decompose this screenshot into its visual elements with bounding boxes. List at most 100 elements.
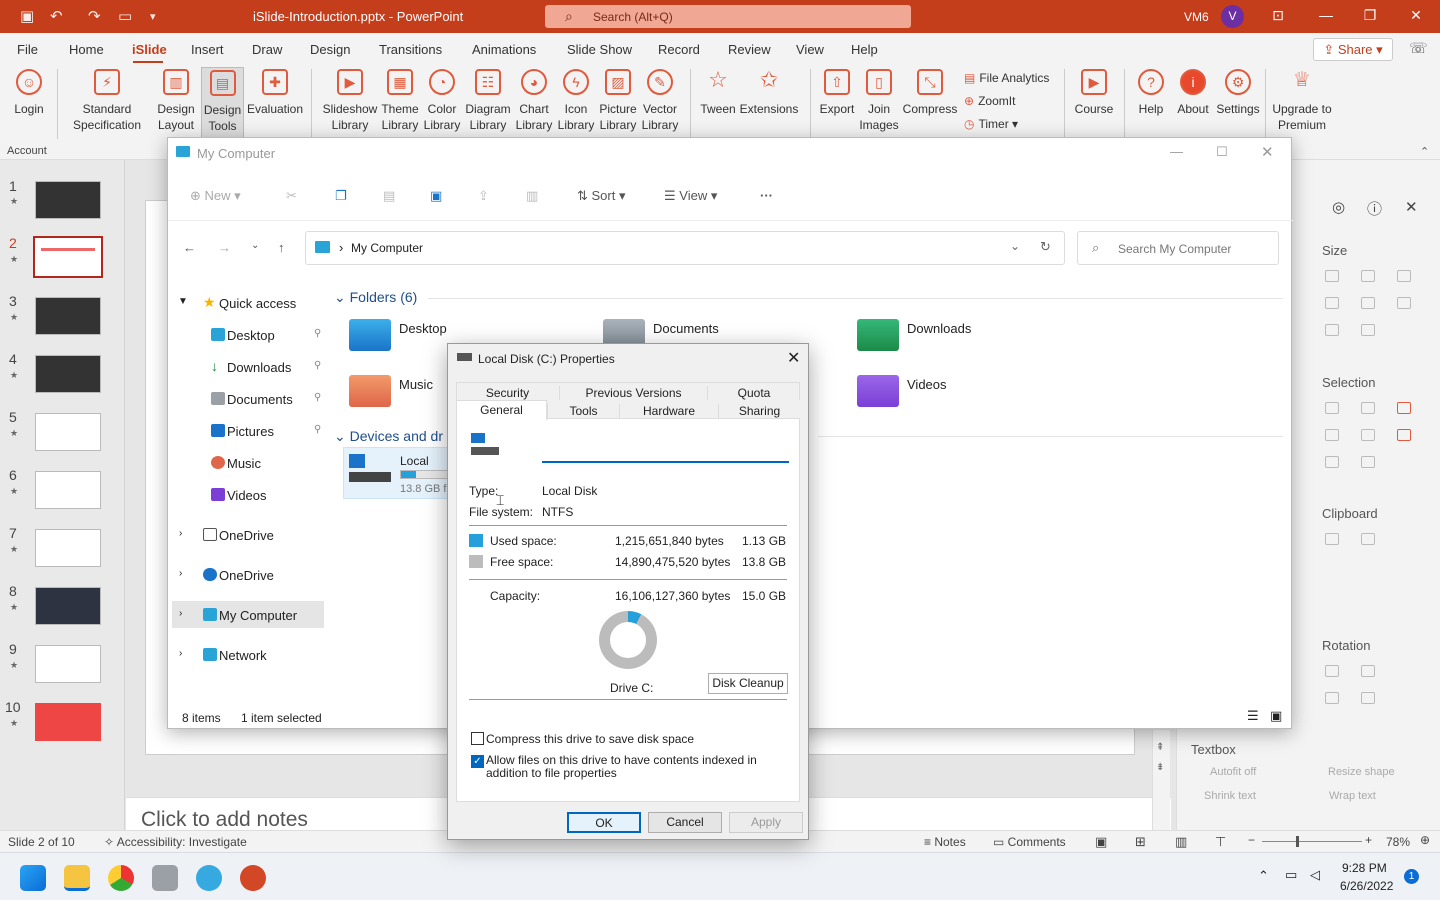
selection-tool-icon[interactable]: [1325, 402, 1339, 414]
nav-my-computer[interactable]: My Computer: [203, 608, 297, 623]
evaluation-button[interactable]: ✚ Evaluation: [246, 69, 304, 117]
timer-button[interactable]: ◷ Timer ▾: [964, 117, 1018, 131]
login-button[interactable]: ☺ Login: [8, 69, 50, 117]
lightbulb-app-icon[interactable]: [196, 865, 222, 891]
size-tool-icon[interactable]: [1325, 324, 1339, 336]
chevron-down-icon[interactable]: ⌄: [1010, 239, 1020, 253]
size-tool-icon[interactable]: [1397, 270, 1411, 282]
nav-videos[interactable]: Videos: [211, 488, 267, 503]
zoom-out-icon[interactable]: −: [1248, 833, 1255, 847]
customize-qat-icon[interactable]: ▾: [150, 10, 156, 23]
selection-tool-icon[interactable]: [1397, 402, 1411, 414]
selection-tool-icon[interactable]: [1361, 456, 1375, 468]
selection-tool-icon[interactable]: [1361, 402, 1375, 414]
pin-icon[interactable]: ◎: [1332, 198, 1345, 216]
disk-cleanup-button[interactable]: Disk Cleanup: [708, 673, 788, 694]
clock-time[interactable]: 9:28 PM: [1342, 861, 1387, 875]
tab-view[interactable]: View: [796, 42, 824, 57]
clock-date[interactable]: 6/26/2022: [1340, 879, 1393, 893]
folder-downloads[interactable]: Downloads: [907, 321, 971, 336]
file-explorer-icon[interactable]: [64, 865, 90, 891]
apply-button[interactable]: Apply: [729, 812, 803, 833]
undo-icon[interactable]: ↶: [50, 7, 63, 25]
vertical-scrollbar[interactable]: ⇞ ⇟: [1152, 730, 1170, 830]
rename-icon[interactable]: ▣: [430, 188, 442, 204]
tab-record[interactable]: Record: [658, 42, 700, 57]
tab-insert[interactable]: Insert: [191, 42, 224, 57]
scroll-down-icon[interactable]: ⇟: [1156, 762, 1164, 773]
about-button[interactable]: i About: [1174, 69, 1212, 117]
maximize-icon[interactable]: ☐: [1216, 144, 1228, 160]
forward-icon[interactable]: →: [218, 240, 231, 255]
downloads-folder-icon[interactable]: [857, 319, 899, 351]
slideshow-view-icon[interactable]: ⊤: [1215, 834, 1226, 850]
expand-icon[interactable]: ▼: [178, 296, 188, 307]
course-button[interactable]: ▶ Course: [1072, 69, 1116, 117]
slide-thumb-2[interactable]: [33, 236, 103, 278]
tab-transitions[interactable]: Transitions: [379, 42, 442, 57]
index-checkbox[interactable]: ✓: [471, 755, 484, 768]
autofit-option[interactable]: Autofit off: [1210, 766, 1256, 778]
help-icon[interactable]: ⓘ: [1367, 198, 1382, 219]
tab-security[interactable]: Security: [456, 386, 559, 400]
settings-button[interactable]: ⚙ Settings: [1214, 69, 1262, 117]
nav-network[interactable]: Network: [203, 648, 267, 663]
nav-documents[interactable]: Documents: [211, 392, 293, 407]
restore-icon[interactable]: ❐: [1360, 7, 1380, 24]
windows-start-icon[interactable]: [20, 865, 46, 891]
music-folder-icon[interactable]: [349, 375, 391, 407]
theme-library-button[interactable]: ▦ Theme Library: [380, 69, 420, 133]
icon-library-button[interactable]: ϟ Icon Library: [556, 69, 596, 133]
tab-design[interactable]: Design: [310, 42, 350, 57]
slide-thumb-8[interactable]: [35, 587, 101, 625]
size-tool-icon[interactable]: [1397, 297, 1411, 309]
volume-label-input[interactable]: [542, 439, 789, 463]
tab-quota[interactable]: Quota: [707, 386, 800, 400]
notes-button[interactable]: ≡ Notes: [924, 835, 966, 849]
volume-icon[interactable]: ◁: [1310, 867, 1320, 883]
videos-folder-icon[interactable]: [857, 375, 899, 407]
copy-icon[interactable]: [1325, 533, 1339, 545]
tab-previous-versions[interactable]: Previous Versions: [559, 386, 707, 400]
close-icon[interactable]: ✕: [1406, 7, 1426, 24]
folder-videos[interactable]: Videos: [907, 377, 947, 392]
vector-library-button[interactable]: ✎ Vector Library: [640, 69, 680, 133]
accessibility-status[interactable]: ✧ Accessibility: Investigate: [104, 835, 247, 849]
search-input[interactable]: ⌕ Search (Alt+Q): [545, 5, 911, 28]
paste-icon[interactable]: [1361, 533, 1375, 545]
feedback-icon[interactable]: ☏: [1409, 39, 1428, 57]
zoom-slider[interactable]: [1262, 836, 1362, 847]
folder-documents[interactable]: Documents: [653, 321, 719, 336]
size-tool-icon[interactable]: [1361, 297, 1375, 309]
zoom-slider-thumb[interactable]: [1296, 836, 1299, 847]
slideshow-library-button[interactable]: ▶ Slideshow Library: [320, 69, 380, 133]
flip-vertical-icon[interactable]: [1361, 692, 1375, 704]
tab-hardware[interactable]: Hardware: [619, 404, 718, 418]
chevron-up-icon[interactable]: ⌃: [1258, 868, 1269, 884]
tab-review[interactable]: Review: [728, 42, 771, 57]
close-icon[interactable]: ✕: [1261, 143, 1274, 161]
rotate-right-icon[interactable]: [1361, 665, 1375, 677]
flip-horizontal-icon[interactable]: [1325, 692, 1339, 704]
zoom-in-icon[interactable]: +: [1365, 833, 1372, 847]
chart-library-button[interactable]: ◕ Chart Library: [514, 69, 554, 133]
zoom-level[interactable]: 78%: [1386, 835, 1410, 849]
size-tool-icon[interactable]: [1361, 324, 1375, 336]
file-analytics-button[interactable]: ▤ File Analytics: [964, 71, 1049, 85]
save-icon[interactable]: ▣: [20, 7, 34, 25]
size-tool-icon[interactable]: [1361, 270, 1375, 282]
compress-button[interactable]: ⤡ Compress: [902, 69, 958, 117]
comments-button[interactable]: ▭ Comments: [993, 835, 1066, 849]
resize-shape-option[interactable]: Resize shape: [1328, 766, 1395, 778]
cut-icon[interactable]: ✂: [286, 188, 297, 204]
help-button[interactable]: ? Help: [1133, 69, 1169, 117]
tab-slide-show[interactable]: Slide Show: [567, 42, 632, 57]
reading-view-icon[interactable]: ▥: [1175, 834, 1187, 850]
slide-thumb-10[interactable]: [35, 703, 101, 741]
minimize-icon[interactable]: —: [1170, 144, 1183, 159]
delete-icon[interactable]: ▥: [526, 188, 538, 204]
export-button[interactable]: ⇧ Export: [817, 69, 857, 117]
nav-onedrive-cloud[interactable]: OneDrive: [203, 568, 274, 583]
selection-tool-icon[interactable]: [1361, 429, 1375, 441]
snipping-tool-icon[interactable]: [152, 865, 178, 891]
